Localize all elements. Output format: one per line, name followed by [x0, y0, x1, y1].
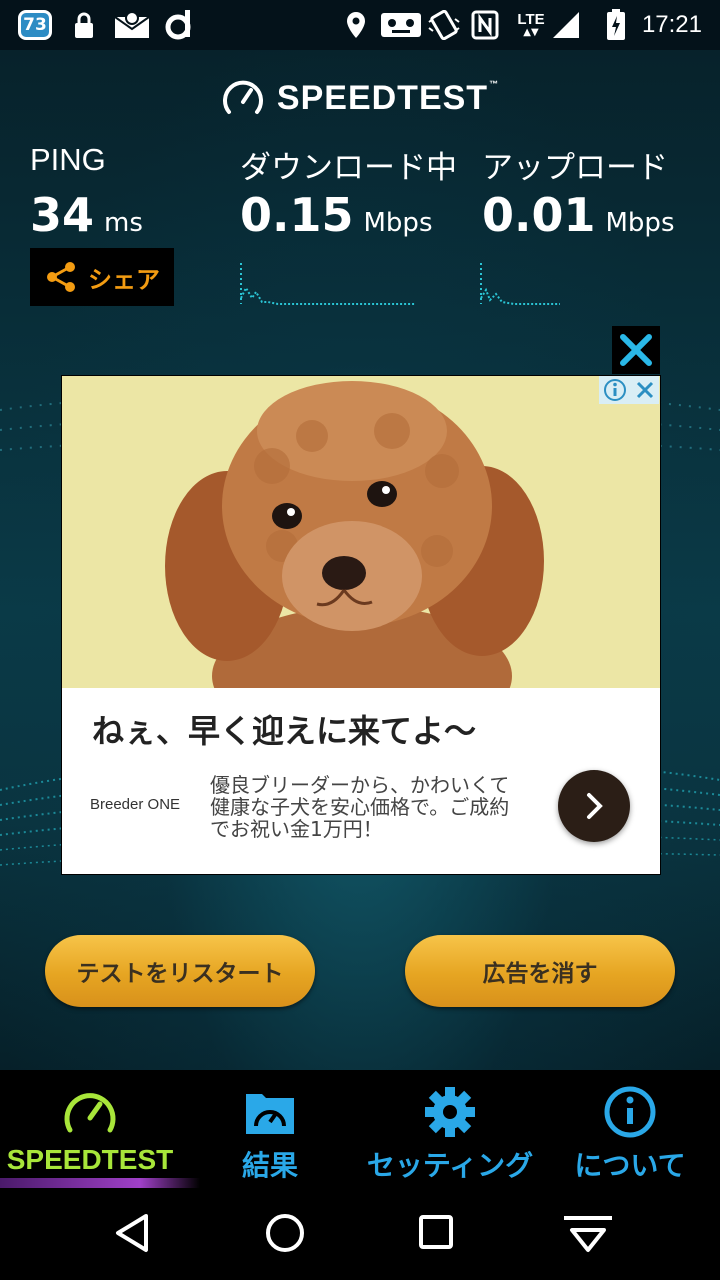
mail-icon: [114, 10, 150, 40]
clock: 17:21: [641, 11, 702, 38]
info-icon: [540, 1086, 720, 1138]
ad-dismiss-icon[interactable]: [635, 380, 655, 400]
speedometer-icon: [0, 1086, 180, 1138]
battery-charging-icon: [604, 9, 628, 40]
speedtest-logo: SPEEDTEST™: [0, 76, 720, 120]
tab-results[interactable]: 結果: [180, 1070, 360, 1188]
chevron-right-icon: [587, 793, 603, 819]
logo-text: SPEEDTEST™: [276, 78, 500, 117]
upload-graph: [480, 263, 560, 305]
upload-number: 0.01: [482, 188, 596, 242]
gear-icon: [360, 1086, 540, 1138]
adchoices-info-icon[interactable]: [603, 378, 627, 402]
active-tab-indicator: [0, 1178, 200, 1188]
download-label: ダウンロード中: [240, 150, 457, 185]
speedometer-logo-icon: [222, 80, 263, 114]
system-nav-bar: [0, 1188, 720, 1280]
share-label: シェア: [88, 265, 160, 294]
voicemail-icon: [380, 10, 422, 40]
ping-value: 34 ms: [30, 188, 143, 242]
ping-label: PING: [30, 142, 106, 177]
status-bar: 73 LTE ▲▼ 17:21: [0, 0, 720, 50]
upload-label: アップロード: [482, 150, 668, 185]
tab-about-label: について: [574, 1149, 686, 1182]
recents-icon[interactable]: [418, 1214, 454, 1252]
d-app-icon: [163, 10, 197, 40]
tab-speedtest[interactable]: SPEEDTEST: [0, 1070, 200, 1188]
bottom-tab-bar: SPEEDTEST 結果 セッティング について: [0, 1070, 720, 1188]
results-folder-icon: [180, 1086, 360, 1138]
notification-count: 73: [23, 15, 47, 35]
ping-unit: ms: [104, 208, 143, 238]
download-number: 0.15: [240, 188, 354, 242]
upload-unit: Mbps: [605, 208, 675, 238]
tab-results-label: 結果: [241, 1149, 298, 1182]
download-value: 0.15 Mbps: [240, 188, 433, 242]
ad-brand-logo: Breeder ONE: [90, 796, 181, 813]
notification-badge-icon: 73: [18, 10, 52, 40]
poodle-illustration: [62, 376, 660, 688]
tab-settings[interactable]: セッティング: [360, 1070, 540, 1188]
upload-value: 0.01 Mbps: [482, 188, 675, 242]
ad-image-poodle[interactable]: [62, 376, 660, 688]
tab-settings-label: セッティング: [366, 1149, 534, 1182]
restart-test-button[interactable]: テストをリスタート: [45, 935, 315, 1007]
network-type: LTE: [517, 11, 545, 28]
download-graph: [240, 263, 416, 305]
tab-speedtest-label: SPEEDTEST: [6, 1144, 174, 1175]
notification-panel-icon[interactable]: [562, 1214, 614, 1254]
signal-icon: [550, 10, 582, 40]
ad-banner[interactable]: ねぇ、早く迎えに来てよ〜 Breeder ONE 優良ブリーダーから、かわいくて…: [61, 375, 661, 875]
share-button[interactable]: シェア: [30, 248, 174, 306]
ad-headline[interactable]: ねぇ、早く迎えに来てよ〜: [92, 706, 476, 752]
ad-body-text[interactable]: 優良ブリーダーから、かわいくて 健康な子犬を安心価格で。ご成約 でお祝い金1万円…: [210, 774, 540, 840]
adchoices[interactable]: [599, 376, 659, 404]
lte-icon: LTE ▲▼: [517, 11, 545, 38]
lock-icon: [72, 10, 96, 40]
ping-number: 34: [30, 188, 95, 242]
vibrate-icon: [426, 10, 462, 40]
location-icon: [344, 10, 368, 40]
tab-about[interactable]: について: [540, 1070, 720, 1188]
remove-ads-button[interactable]: 広告を消す: [405, 935, 675, 1007]
ad-cta-button[interactable]: [558, 770, 630, 842]
download-unit: Mbps: [363, 208, 433, 238]
share-icon: [47, 262, 75, 292]
ad-close-icon[interactable]: [612, 326, 660, 374]
nfc-icon: [470, 10, 500, 40]
back-icon[interactable]: [112, 1212, 152, 1254]
home-icon[interactable]: [264, 1212, 306, 1254]
